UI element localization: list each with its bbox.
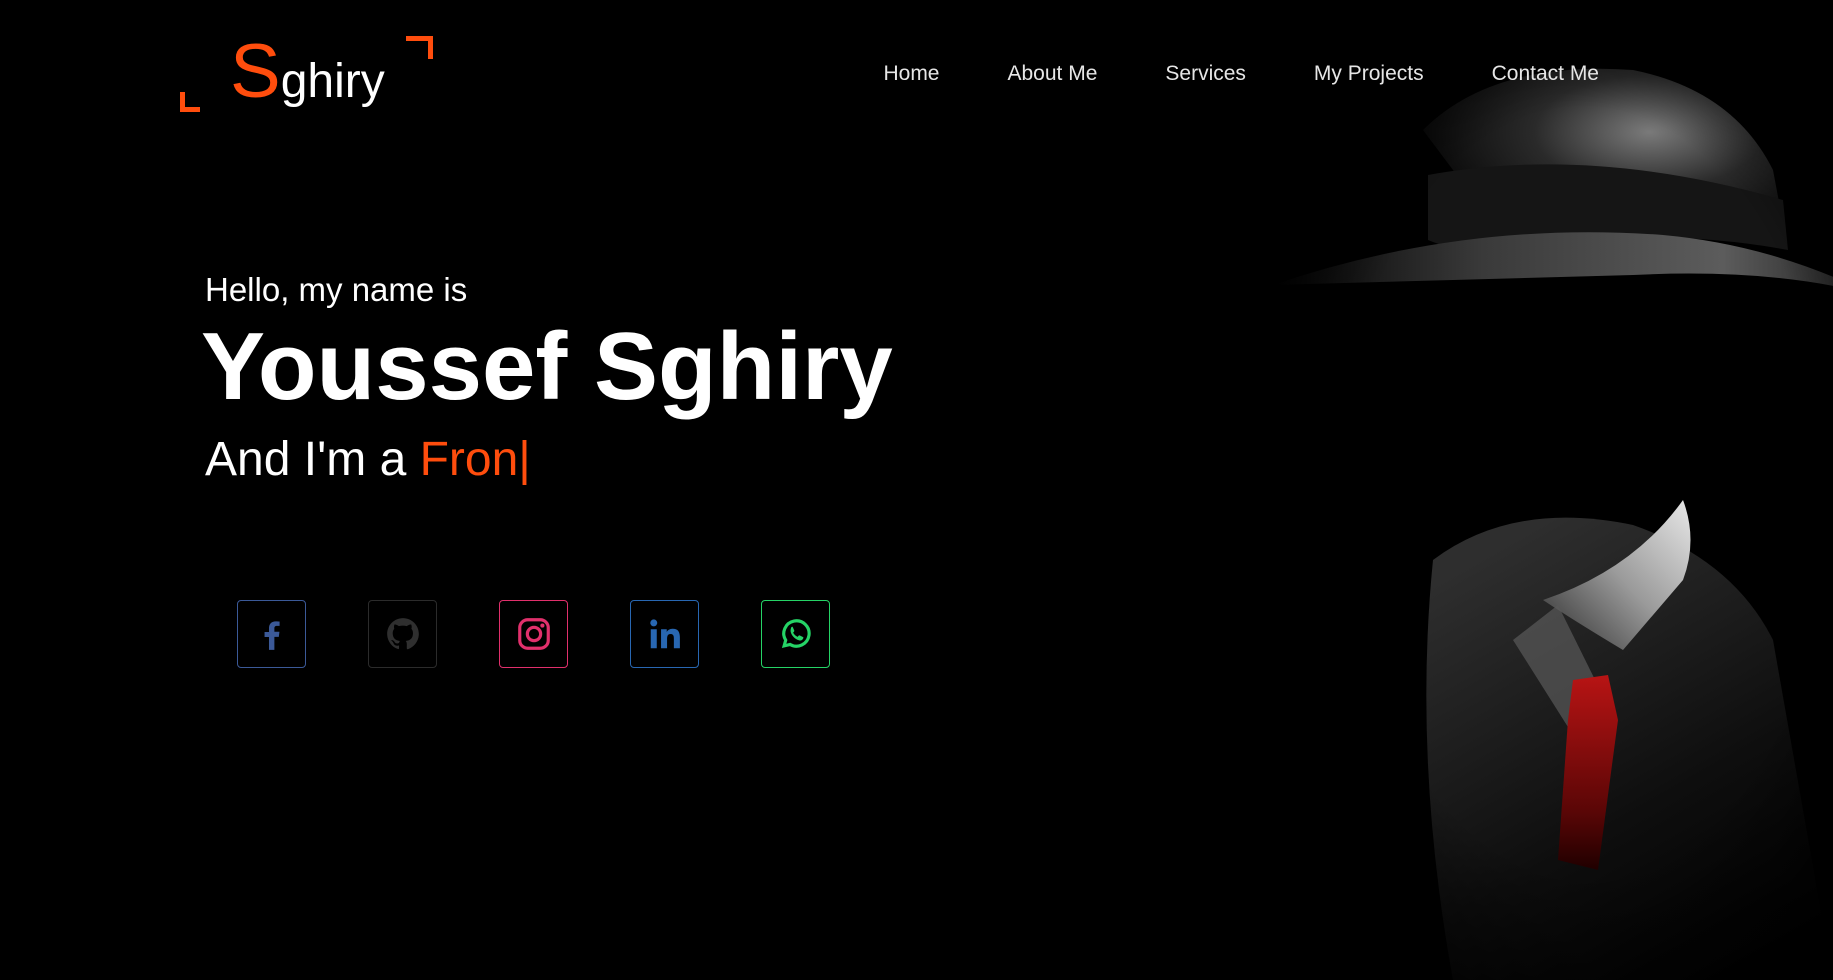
github-icon	[384, 615, 422, 653]
facebook-button[interactable]	[237, 600, 306, 668]
hero-role-typed: Fron	[419, 433, 519, 486]
logo-initial: S	[230, 29, 281, 114]
instagram-button[interactable]	[499, 600, 568, 668]
hero-greeting: Hello, my name is	[205, 271, 468, 308]
hero-role: And I'm a Fron|	[205, 428, 893, 492]
main-nav: Home About Me Services My Projects Conta…	[883, 60, 1599, 88]
logo-rest: ghiry	[280, 55, 385, 108]
nav-link-home[interactable]: Home	[883, 60, 939, 88]
nav-link-about-me[interactable]: About Me	[1008, 60, 1098, 88]
linkedin-icon	[646, 615, 684, 653]
whatsapp-icon	[777, 615, 815, 653]
hero-background-figure	[1213, 0, 1833, 980]
nav-link-services[interactable]: Services	[1165, 60, 1246, 88]
facebook-icon	[253, 615, 291, 653]
logo-corner-bottom-left	[180, 92, 200, 112]
linkedin-button[interactable]	[630, 600, 699, 668]
logo-text: Sghiry	[230, 34, 385, 110]
page: Sghiry Home About Me Services My Project…	[0, 0, 1833, 980]
typing-cursor: |	[518, 433, 531, 486]
hero-name: Youssef Sghiry	[201, 313, 893, 420]
github-button[interactable]	[368, 600, 437, 668]
social-links	[237, 600, 830, 668]
logo-corner-top-right	[406, 36, 433, 59]
site-logo[interactable]: Sghiry	[180, 34, 433, 112]
nav-link-my-projects[interactable]: My Projects	[1314, 60, 1424, 88]
hero-section: Hello, my name is Youssef Sghiry And I'm…	[201, 268, 893, 492]
nav-link-contact-me[interactable]: Contact Me	[1492, 60, 1599, 88]
instagram-icon	[515, 615, 553, 653]
whatsapp-button[interactable]	[761, 600, 830, 668]
hero-role-prefix: And I'm a	[205, 433, 420, 486]
